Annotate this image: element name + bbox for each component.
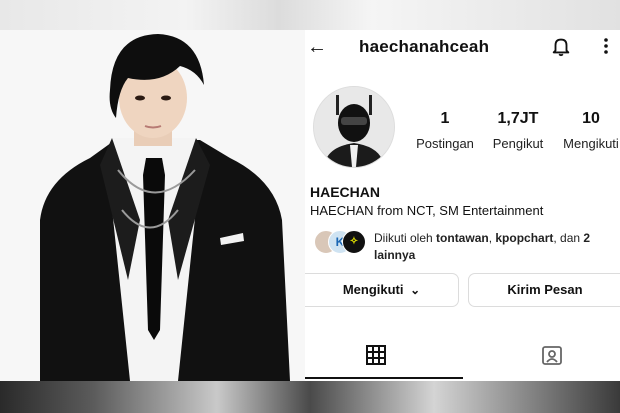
- following-button-label: Mengikuti: [342, 282, 404, 297]
- display-name: HAECHAN: [310, 184, 380, 200]
- follower-link-tontawan[interactable]: tontawan: [436, 231, 489, 245]
- following-label: Mengikuti: [563, 136, 619, 151]
- blurred-background-bottom: [0, 381, 620, 413]
- send-message-label: Kirim Pesan: [507, 282, 583, 297]
- back-arrow-icon[interactable]: ←: [307, 36, 327, 59]
- followed-by-text: Diikuti oleh tontawan, kpopchart, dan 2 …: [374, 230, 619, 264]
- followed-by-prefix: Diikuti oleh: [374, 231, 437, 245]
- followed-by-row[interactable]: K ✧ Diikuti oleh tontawan, kpopchart, da…: [310, 230, 620, 264]
- brand-logo: ✧: [342, 230, 366, 254]
- chevron-down-icon: ⌄: [410, 283, 421, 297]
- profile-tabs: [305, 336, 620, 381]
- bio-text: HAECHAN from NCT, SM Entertainment: [310, 203, 544, 218]
- active-tab-indicator: [305, 377, 463, 379]
- follower-link-kpopchart[interactable]: kpopchart: [495, 231, 553, 245]
- bell-icon[interactable]: [550, 35, 572, 57]
- profile-header: ← haechanahceah: [305, 30, 620, 66]
- profile-avatar[interactable]: [313, 86, 395, 168]
- blurred-background-top: [0, 0, 620, 30]
- followed-by-joiner: , dan: [553, 231, 584, 245]
- following-button[interactable]: Mengikuti ⌄: [305, 273, 459, 307]
- more-vertical-icon[interactable]: [601, 36, 611, 56]
- send-message-button[interactable]: Kirim Pesan: [468, 273, 620, 307]
- portrait-photo: [0, 30, 305, 381]
- grid-icon[interactable]: [365, 344, 387, 366]
- following-count: 10: [582, 110, 600, 127]
- username: haechanahceah: [359, 37, 490, 56]
- stat-following[interactable]: 10 Mengikuti: [546, 110, 620, 151]
- tagged-icon[interactable]: [541, 344, 563, 366]
- profile-panel: ← haechanahceah 1 Postingan 1,7JT Pengik…: [305, 30, 620, 381]
